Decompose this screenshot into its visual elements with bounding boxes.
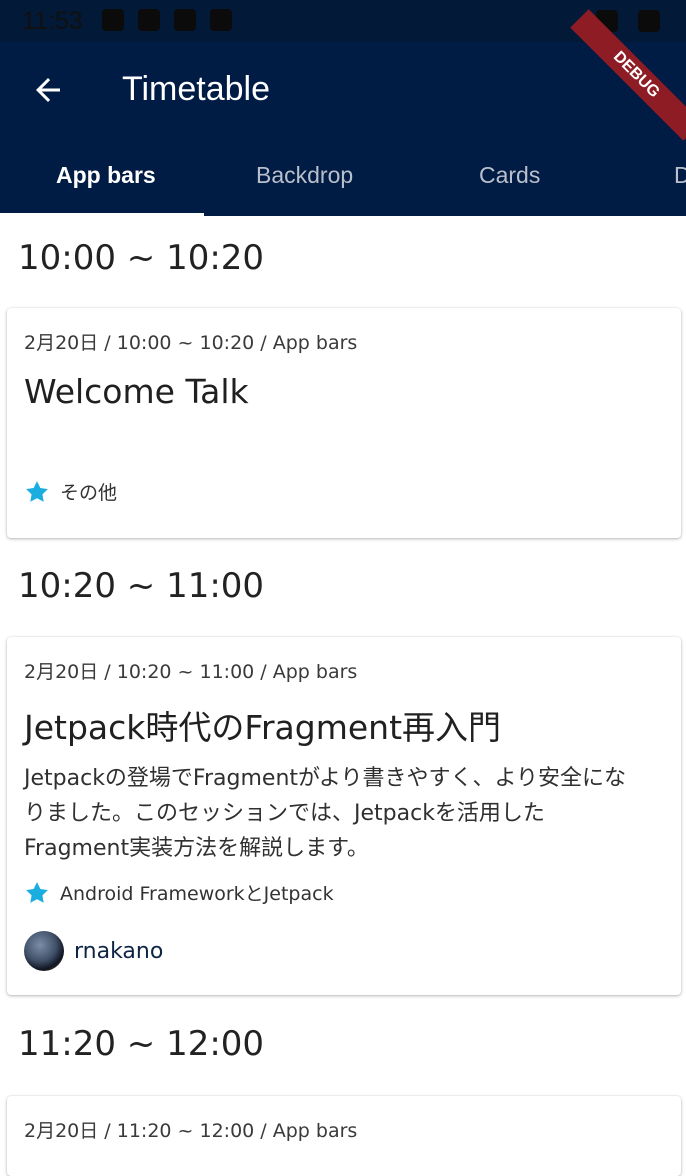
timeslot-header: 11:20 ~ 12:00 [18,1024,265,1064]
tab-bar: App bars Backdrop Cards D [0,146,686,216]
session-title: Jetpack時代のFragment再入門 [24,708,502,747]
tab-partial[interactable]: D [674,162,686,189]
status-icons [102,9,232,31]
session-meta: 2月20日 / 11:20 ~ 12:00 / App bars [24,1120,358,1142]
description-line: Jetpackの登場でFragmentがより書きやすく、より安全にな [24,766,627,791]
session-card[interactable]: 2月20日 / 10:20 ~ 11:00 / App bars Jetpack… [7,637,681,995]
tab-cards[interactable]: Cards [479,162,540,189]
arrow-back-icon[interactable] [30,72,66,108]
battery-icon [638,10,660,32]
timeslot-header: 10:20 ~ 11:00 [18,566,265,606]
description-line: Fragment実装方法を解説します。 [24,836,369,861]
session-tag-label: Android FrameworkとJetpack [60,883,334,905]
star-icon[interactable] [24,479,50,505]
session-tag: Android FrameworkとJetpack [24,879,334,906]
session-tag-label: その他 [60,482,118,504]
star-icon[interactable] [24,880,50,906]
settings-icon [102,9,124,31]
timeslot-header: 10:00 ~ 10:20 [18,238,265,278]
tab-app-bars[interactable]: App bars [56,162,156,189]
speaker-name: rnakano [74,938,164,964]
timetable-list[interactable]: 10:00 ~ 10:20 2月20日 / 10:00 ~ 10:20 / Ap… [0,216,686,1176]
session-meta: 2月20日 / 10:00 ~ 10:20 / App bars [24,332,358,354]
app-bar: Timetable App bars Backdrop Cards D DEBU… [0,9,686,216]
session-title: Welcome Talk [24,372,249,411]
session-card[interactable]: 2月20日 / 11:20 ~ 12:00 / App bars [7,1096,681,1176]
speaker[interactable]: rnakano [24,931,163,971]
session-description: Jetpackの登場でFragmentがより書きやすく、より安全にな りました。… [24,761,664,866]
session-card[interactable]: 2月20日 / 10:00 ~ 10:20 / App bars Welcome… [7,308,681,538]
session-tag: その他 [24,478,117,505]
play-store-icon [210,9,232,31]
page-title: Timetable [122,70,271,108]
session-meta: 2月20日 / 10:20 ~ 11:00 / App bars [24,661,358,683]
shield-icon [138,9,160,31]
avatar [24,931,64,971]
description-line: りました。このセッションでは、Jetpackを活用した [24,801,545,826]
tab-backdrop[interactable]: Backdrop [256,162,353,189]
sim-icon [174,9,196,31]
status-time: 11:53 [22,7,83,35]
